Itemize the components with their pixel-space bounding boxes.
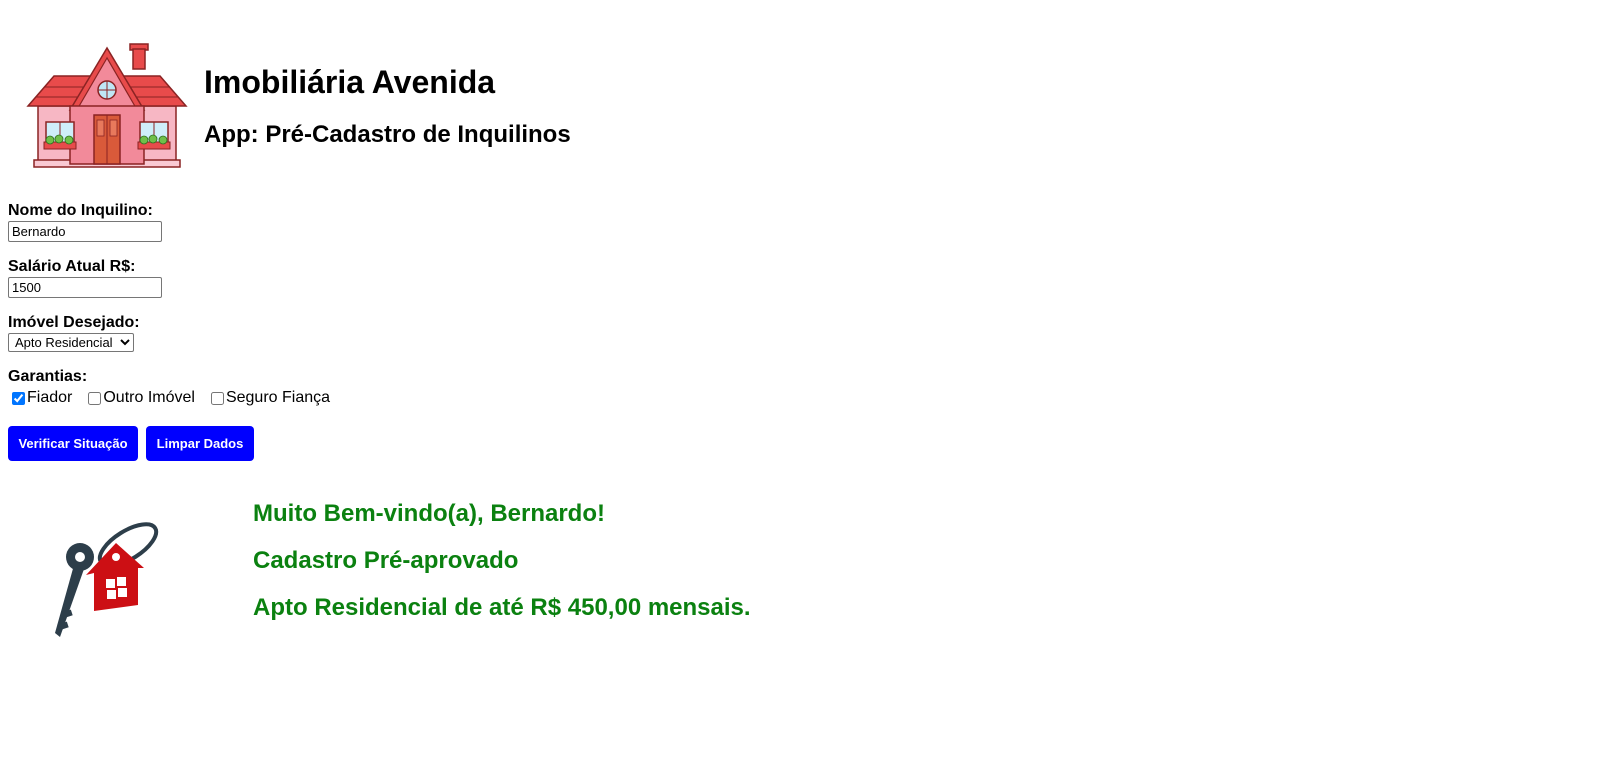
guarantee-outro-imovel[interactable]: Outro Imóvel [84,389,195,407]
property-select[interactable]: Apto Residencial [8,333,134,352]
property-label: Imóvel Desejado: [8,314,140,331]
guarantee-outro-imovel-label: Outro Imóvel [103,389,195,406]
rent-limit-message: Apto Residencial de até R$ 450,00 mensai… [253,594,751,621]
guarantee-seguro-fianca[interactable]: Seguro Fiança [207,389,330,407]
guarantee-seguro-fianca-label: Seguro Fiança [225,389,331,406]
tenant-name-input[interactable] [8,221,162,242]
app-title: Imobiliária Avenida [204,64,496,100]
guarantees-group: Fiador Outro Imóvel Seguro Fiança [8,388,342,408]
guarantee-seguro-fianca-checkbox[interactable] [210,391,224,405]
salary-input[interactable] [8,277,162,298]
approval-status: Cadastro Pré-aprovado [253,547,519,574]
welcome-message: Muito Bem-vindo(a), Bernardo! [253,500,605,527]
app-subtitle: App: Pré-Cadastro de Inquilinos [204,121,571,148]
guarantee-outro-imovel-checkbox[interactable] [88,391,102,405]
salary-label: Salário Atual R$: [8,258,136,275]
verify-status-button[interactable]: Verificar Situação [8,426,138,461]
guarantee-fiador-label: Fiador [27,389,73,406]
guarantee-fiador[interactable]: Fiador [8,389,72,407]
tenant-name-label: Nome do Inquilino: [8,202,153,219]
clear-data-button[interactable]: Limpar Dados [146,426,254,461]
guarantee-fiador-checkbox[interactable] [12,391,25,405]
house-icon [26,43,188,168]
guarantees-label: Garantias: [8,368,88,385]
house-key-icon [55,522,159,637]
